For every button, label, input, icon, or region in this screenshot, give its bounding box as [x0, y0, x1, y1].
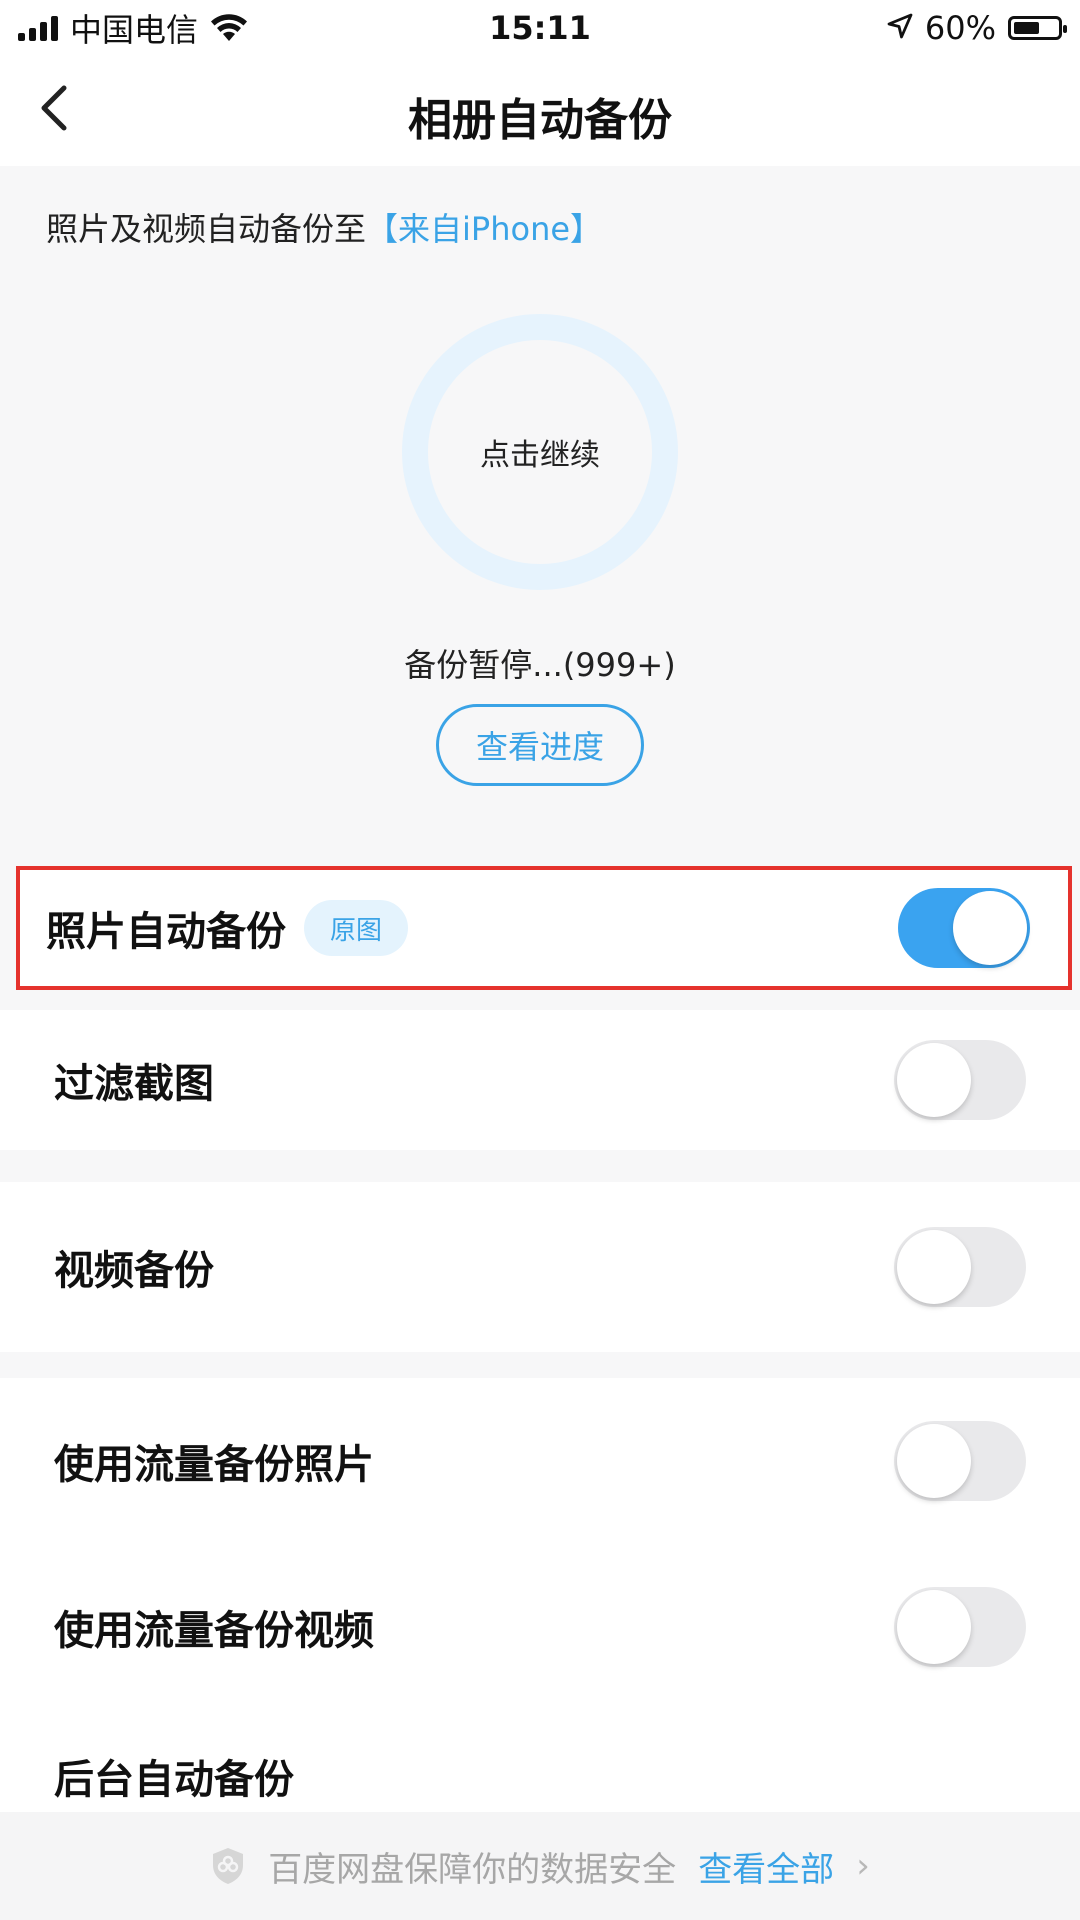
battery-percentage: 60%	[924, 9, 996, 47]
photo-auto-backup-label: 照片自动备份	[46, 909, 286, 955]
video-backup-label: 视频备份	[54, 1248, 214, 1294]
mobile-data-videos-label: 使用流量备份视频	[54, 1608, 374, 1654]
view-all-link[interactable]: 查看全部	[698, 1842, 834, 1891]
toggle-knob	[897, 1424, 971, 1498]
view-progress-button[interactable]: 查看进度	[436, 704, 644, 786]
video-backup-row: 视频备份	[0, 1182, 1080, 1352]
carrier-name: 中国电信	[70, 11, 199, 49]
mobile-data-videos-toggle[interactable]	[894, 1587, 1026, 1667]
destination-prefix: 照片及视频自动备份至	[46, 210, 367, 248]
shield-icon	[210, 1846, 246, 1886]
background-backup-label: 后台自动备份	[54, 1757, 294, 1804]
chevron-right-icon: ›	[856, 1846, 870, 1886]
wifi-icon	[210, 14, 248, 42]
photo-auto-backup-toggle[interactable]	[898, 888, 1030, 968]
filter-screenshots-toggle[interactable]	[894, 1040, 1026, 1120]
mobile-data-photos-row: 使用流量备份照片	[0, 1378, 1080, 1544]
backup-status-text: 备份暂停...(999+)	[404, 646, 676, 684]
background-backup-row: 后台自动备份	[0, 1710, 1080, 1812]
mobile-data-videos-row: 使用流量备份视频	[0, 1544, 1080, 1710]
clock: 15:11	[489, 9, 591, 47]
filter-screenshots-label: 过滤截图	[54, 1061, 214, 1107]
battery-level-fill	[1014, 22, 1039, 34]
cellular-signal-icon	[18, 15, 58, 41]
status-bar: 中国电信 15:11 60%	[0, 0, 1080, 56]
status-bar-right: 60%	[887, 9, 1067, 47]
ring-label: 点击继续	[480, 438, 600, 473]
nav-header: 相册自动备份	[0, 56, 1080, 166]
location-arrow-icon	[887, 13, 913, 43]
status-bar-left: 中国电信	[18, 5, 248, 51]
settings-group-filter: 过滤截图	[0, 1010, 1080, 1150]
backup-continue-ring[interactable]: 点击继续	[402, 314, 678, 590]
filter-screenshots-row: 过滤截图	[0, 1010, 1080, 1150]
toggle-knob	[897, 1590, 971, 1664]
battery-icon	[1008, 16, 1067, 40]
mobile-data-photos-toggle[interactable]	[894, 1421, 1026, 1501]
video-backup-toggle[interactable]	[894, 1227, 1026, 1307]
mobile-data-photos-label: 使用流量备份照片	[54, 1442, 374, 1488]
security-footer: 百度网盘保障你的数据安全 查看全部 ›	[0, 1812, 1080, 1920]
photo-auto-backup-row: 照片自动备份 原图	[16, 866, 1072, 990]
security-text: 百度网盘保障你的数据安全	[268, 1849, 677, 1890]
page-title: 相册自动备份	[408, 95, 672, 146]
toggle-knob	[953, 891, 1027, 965]
backup-summary: 照片及视频自动备份至【来自iPhone】 点击继续 备份暂停...(999+) …	[0, 166, 1080, 866]
backup-destination: 照片及视频自动备份至【来自iPhone】	[46, 204, 602, 250]
settings-group-video: 视频备份	[0, 1182, 1080, 1352]
toggle-knob	[897, 1230, 971, 1304]
destination-folder-link[interactable]: 【来自iPhone】	[366, 210, 602, 248]
original-quality-badge[interactable]: 原图	[304, 900, 408, 956]
toggle-knob	[897, 1043, 971, 1117]
settings-group-network: 使用流量备份照片 使用流量备份视频 后台自动备份	[0, 1378, 1080, 1812]
